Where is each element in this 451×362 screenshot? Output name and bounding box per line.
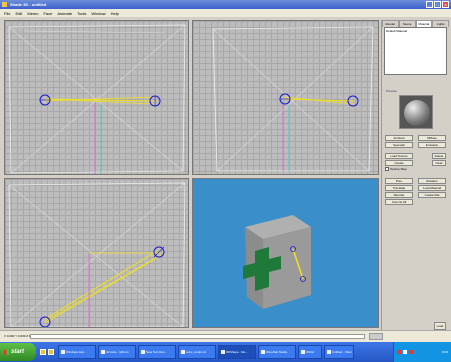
system-tray: 8:06	[393, 342, 451, 362]
folder-icon	[61, 350, 65, 354]
paint-icon	[327, 350, 331, 354]
checkbox-box[interactable]	[385, 167, 389, 171]
quick-launch-icon[interactable]	[48, 349, 54, 355]
commit-all-button[interactable]: Commit All	[385, 199, 413, 205]
quick-launch-icon[interactable]	[40, 349, 46, 355]
taskbar-button[interactable]: Windows Exp...	[58, 345, 96, 359]
app-icon	[301, 350, 305, 354]
tray-icon[interactable]	[403, 350, 407, 354]
taskbar-button[interactable]: New Text Doc...	[138, 345, 176, 359]
taskbar-button-label: Untitled - Paint	[332, 350, 352, 354]
taskbar-button[interactable]: Untitled - Paint	[324, 345, 354, 359]
window-title: Shade 3D - untitled	[10, 2, 47, 7]
rotation-button[interactable]: Rotation	[418, 178, 446, 184]
menu-file[interactable]: File	[4, 11, 10, 16]
menu-edit[interactable]: Edit	[15, 11, 22, 16]
menu-window[interactable]: Window	[91, 11, 105, 16]
title-bar: Shade 3D - untitled _ □ ×	[0, 0, 451, 9]
browser-icon	[101, 350, 105, 354]
create-material-button[interactable]: Create Mat	[418, 192, 446, 198]
list-item[interactable]: Default Material	[386, 29, 445, 33]
taskbar: start Windows Exp... 3d cube - Mirrors N…	[0, 342, 451, 362]
viewport-top-left[interactable]	[4, 20, 189, 175]
ambient-button[interactable]: Ambient	[385, 135, 413, 141]
create-button[interactable]: Create	[385, 160, 413, 166]
windows-logo-icon	[4, 349, 9, 355]
clear-button[interactable]: Clear	[432, 160, 446, 166]
maximize-button[interactable]: □	[434, 1, 441, 8]
taskbar-button[interactable]: 3DCA	[298, 345, 322, 359]
checkbox-label: Texture Map	[390, 167, 407, 171]
quick-launch	[40, 349, 54, 355]
taskbar-button-active[interactable]: 3DShape - Mo...	[218, 345, 256, 359]
clock[interactable]: 8:06	[442, 350, 448, 354]
menu-bar: File Edit Memo Face Animate Tools Window…	[0, 9, 451, 17]
preview-label: Preview	[386, 89, 397, 93]
taskbar-button[interactable]: Woodhat Studio	[258, 345, 296, 359]
notepad-icon	[141, 350, 145, 354]
status-field	[30, 334, 365, 339]
load-texture-button[interactable]: Load Texture	[385, 153, 413, 159]
menu-memo[interactable]: Memo	[27, 11, 38, 16]
app-icon	[221, 350, 225, 354]
close-button[interactable]: ×	[442, 1, 449, 8]
taskbar-button-label: 3DShape - Mo...	[226, 350, 248, 354]
texture-map-checkbox[interactable]: Texture Map	[385, 167, 446, 171]
app-icon	[2, 2, 7, 7]
diffuse-button[interactable]: Diffuse	[418, 135, 446, 141]
wireframe-top-right	[212, 26, 374, 172]
menu-animate[interactable]: Animate	[57, 11, 72, 16]
material-panel: Render Scene Material Lights Default Mat…	[381, 20, 449, 342]
tab-material[interactable]: Material	[415, 20, 433, 27]
panel-tabs: Render Scene Material Lights	[382, 20, 449, 27]
tab-render[interactable]: Render	[382, 20, 399, 27]
tray-icon[interactable]	[409, 350, 413, 354]
status-bar: X 0.000 Y 0.000 Z 1.000	[0, 330, 451, 342]
taskbar-button-label: 3DCA	[306, 350, 315, 354]
material-list[interactable]: Default Material	[384, 27, 447, 75]
menu-tools[interactable]: Tools	[77, 11, 86, 16]
tab-lights[interactable]: Lights	[432, 20, 449, 27]
viewport-bottom-left[interactable]	[4, 178, 189, 328]
prev-button[interactable]: Prev	[385, 178, 413, 184]
emission-button[interactable]: Emission	[418, 142, 446, 148]
reorder-button[interactable]: Reorder	[385, 192, 413, 198]
translate-button[interactable]: Translate	[385, 185, 413, 191]
wireframe-top-left	[8, 24, 186, 174]
preview-sphere	[403, 100, 430, 126]
material-preview	[398, 95, 433, 129]
load-material-button[interactable]: Load Material	[418, 185, 446, 191]
minimize-button[interactable]: _	[426, 1, 433, 8]
viewport-render[interactable]	[192, 178, 379, 328]
taskbar-button-label: New Text Doc...	[146, 350, 167, 354]
load-button[interactable]: Load	[434, 322, 446, 330]
tray-icon[interactable]	[397, 350, 401, 354]
viewport-top-right[interactable]	[192, 20, 379, 175]
wireframe-bottom-left	[8, 182, 186, 327]
specular-button[interactable]: Specular	[385, 142, 413, 148]
app-icon	[261, 350, 265, 354]
notepad-icon	[181, 350, 185, 354]
start-button[interactable]: start	[0, 343, 36, 361]
taskbar-button-label: cube_sculpt.txt	[186, 350, 207, 354]
menu-face[interactable]: Face	[43, 11, 52, 16]
delete-button[interactable]: Delete	[432, 153, 446, 159]
status-control[interactable]	[369, 333, 383, 340]
taskbar-button-label: Woodhat Studio	[266, 350, 288, 354]
taskbar-button[interactable]: cube_sculpt.txt	[178, 345, 216, 359]
menu-help[interactable]: Help	[111, 11, 119, 16]
taskbar-button[interactable]: 3d cube - Mirrors	[98, 345, 136, 359]
tab-scene[interactable]: Scene	[398, 20, 416, 27]
start-label: start	[11, 349, 25, 355]
taskbar-button-label: 3d cube - Mirrors	[106, 350, 129, 354]
taskbar-button-label: Windows Exp...	[66, 350, 87, 354]
rendered-cube	[243, 215, 311, 309]
